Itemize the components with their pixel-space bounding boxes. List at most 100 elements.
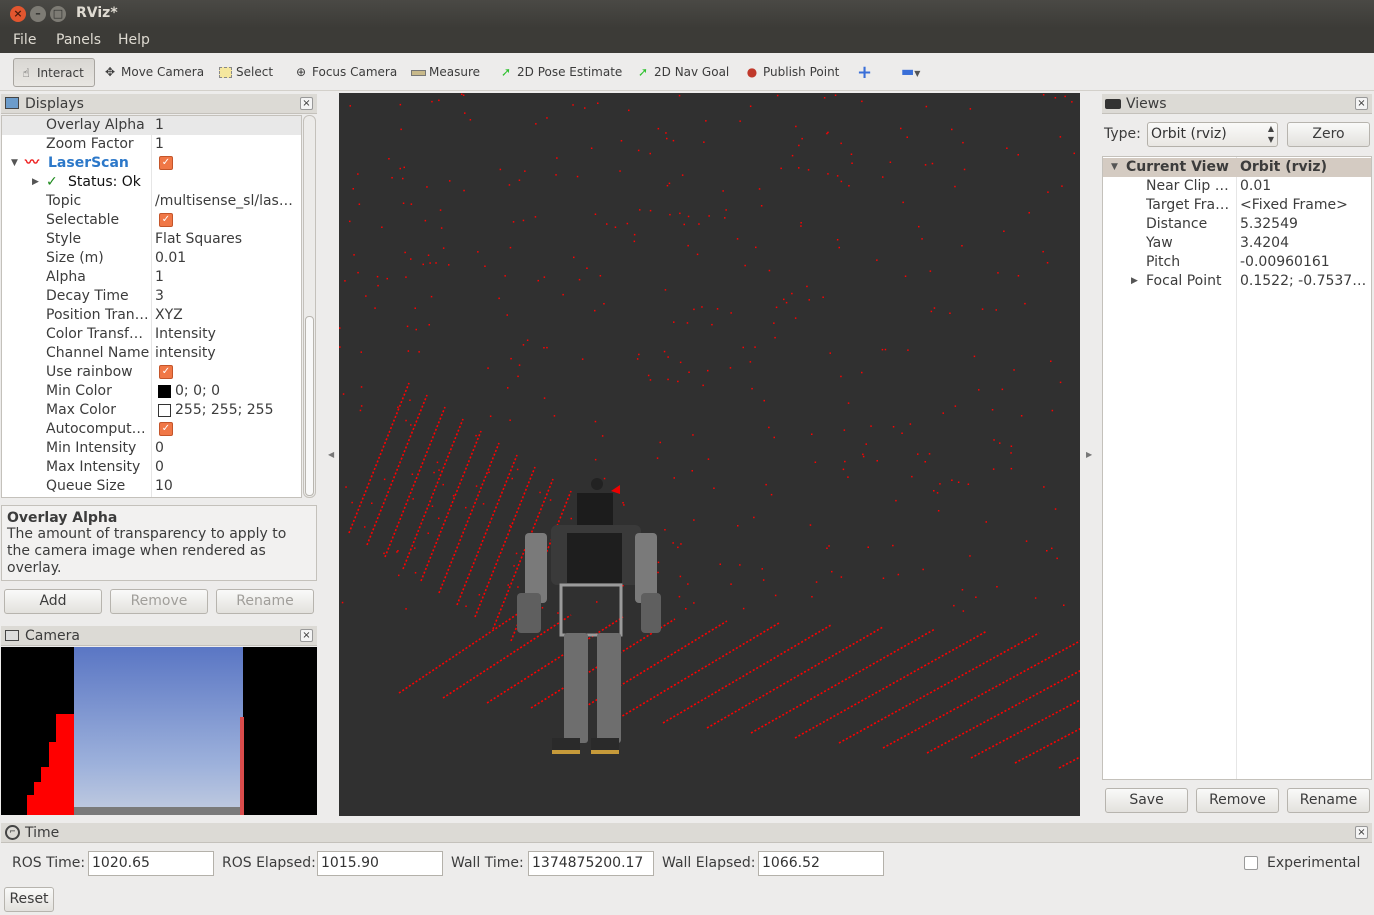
wall-elapsed-field[interactable]: 1066.52: [758, 851, 884, 876]
selectable-checkbox[interactable]: ✓: [159, 213, 173, 227]
experimental-checkbox[interactable]: [1244, 856, 1258, 870]
displays-tree[interactable]: Overlay Alpha 1 Zoom Factor 1 ▼ 〰 LaserSca…: [1, 115, 302, 498]
left-splitter-arrow-icon[interactable]: ◀: [328, 450, 334, 459]
scan-line: [456, 454, 518, 606]
pose-estimate-tool[interactable]: ➚ 2D Pose Estimate: [494, 58, 626, 87]
laser-point: [806, 285, 808, 288]
laser-point: [438, 517, 440, 520]
laser-point: [383, 478, 386, 481]
tree-row-queue-size[interactable]: Queue Size 10: [2, 477, 301, 496]
reset-button[interactable]: Reset: [4, 887, 54, 912]
displays-scrollbar[interactable]: [303, 115, 316, 498]
maximize-window-icon[interactable]: □: [50, 6, 66, 22]
tree-row-overlay-alpha[interactable]: Overlay Alpha 1: [2, 116, 301, 135]
tree-row-max-color[interactable]: Max Color 255; 255; 255: [2, 401, 301, 420]
view-row-near-clip[interactable]: Near Clip Distance 0.01: [1103, 177, 1371, 196]
tree-row-status[interactable]: ▶ ✓ Status: Ok: [2, 173, 301, 192]
interact-tool[interactable]: ☝ Interact: [13, 58, 95, 87]
row-value: 1: [155, 117, 164, 133]
focus-camera-tool[interactable]: ⊕ Focus Camera: [289, 58, 401, 87]
nav-goal-tool[interactable]: ➚ 2D Nav Goal: [631, 58, 733, 87]
views-tree[interactable]: ▼ Current View Orbit (rviz) Near Clip Di…: [1102, 156, 1372, 780]
wall-time-field[interactable]: 1374875200.17: [528, 851, 654, 876]
tree-row-min-color[interactable]: Min Color 0; 0; 0: [2, 382, 301, 401]
camera-red-step: [41, 767, 50, 815]
laser-point: [724, 217, 726, 219]
laser-point: [692, 434, 694, 436]
tree-row-channel-name[interactable]: Channel Name intensity: [2, 344, 301, 363]
3d-viewport[interactable]: [339, 93, 1080, 816]
autocompute-checkbox[interactable]: ✓: [159, 422, 173, 436]
remove-display-button[interactable]: Remove: [110, 589, 208, 614]
scrollbar-thumb[interactable]: [305, 316, 314, 496]
laser-point: [498, 297, 500, 300]
add-tool-plus-icon[interactable]: +: [853, 58, 876, 87]
view-type-select[interactable]: Orbit (rviz) ▲ ▼: [1147, 122, 1278, 147]
scan-line: [442, 614, 572, 699]
expand-arrow-icon[interactable]: ▶: [1131, 272, 1138, 291]
view-row-yaw[interactable]: Yaw 3.4204: [1103, 234, 1371, 253]
laser-point: [639, 209, 641, 211]
remove-view-button[interactable]: Remove: [1196, 788, 1279, 813]
collapse-arrow-icon[interactable]: ▼: [1111, 158, 1118, 177]
laser-point: [556, 157, 558, 159]
close-window-icon[interactable]: ×: [10, 6, 26, 22]
camera-view[interactable]: [1, 647, 317, 815]
laser-point: [1017, 275, 1020, 277]
laser-point: [399, 103, 402, 106]
view-row-focal-point[interactable]: ▶ Focal Point 0.1522; -0.75379; 0.5: [1103, 272, 1371, 291]
tree-row-autocompute[interactable]: Autocompute Intensity Bounds ✓: [2, 420, 301, 439]
view-row-distance[interactable]: Distance 5.32549: [1103, 215, 1371, 234]
right-splitter-arrow-icon[interactable]: ▶: [1086, 450, 1092, 459]
tree-row-topic[interactable]: Topic/multisense_sl/laser/scan: [2, 192, 301, 211]
measure-tool[interactable]: Measure: [406, 58, 484, 87]
close-icon[interactable]: ×: [300, 629, 313, 642]
tree-row-zoom-factor[interactable]: Zoom Factor 1: [2, 135, 301, 154]
zero-button[interactable]: Zero: [1287, 122, 1370, 147]
tree-row-position-transformer[interactable]: Position Transformer XYZ: [2, 306, 301, 325]
close-icon[interactable]: ×: [300, 97, 313, 110]
add-display-button[interactable]: Add: [4, 589, 102, 614]
tree-row-color-transformer[interactable]: Color Transformer Intensity: [2, 325, 301, 344]
row-key: Selectable: [46, 212, 120, 228]
close-icon[interactable]: ×: [1355, 97, 1368, 110]
view-row-target-frame[interactable]: Target Frame <Fixed Frame>: [1103, 196, 1371, 215]
laser-point: [349, 220, 351, 223]
laser-point: [349, 105, 351, 107]
move-camera-tool[interactable]: ✥ Move Camera: [98, 58, 208, 87]
collapse-arrow-icon[interactable]: ▼: [11, 154, 18, 173]
rename-view-button[interactable]: Rename: [1287, 788, 1370, 813]
use-rainbow-checkbox[interactable]: ✓: [159, 365, 173, 379]
menu-help[interactable]: Help: [118, 32, 150, 48]
tree-row-use-rainbow[interactable]: Use rainbow ✓: [2, 363, 301, 382]
view-row-pitch[interactable]: Pitch -0.00960161: [1103, 253, 1371, 272]
laser-point: [537, 279, 539, 282]
laser-point: [374, 307, 376, 309]
enabled-checkbox[interactable]: ✓: [159, 156, 173, 170]
tree-row-size[interactable]: Size (m) 0.01: [2, 249, 301, 268]
minimize-window-icon[interactable]: –: [30, 6, 46, 22]
color-swatch-white[interactable]: [158, 403, 171, 417]
menu-panels[interactable]: Panels: [56, 32, 101, 48]
tree-row-style[interactable]: Style Flat Squares: [2, 230, 301, 249]
window-title: RViz*: [76, 5, 118, 21]
remove-tool-minus-icon[interactable]: ▬▼: [897, 58, 924, 87]
close-icon[interactable]: ×: [1355, 826, 1368, 839]
select-tool[interactable]: Select: [213, 58, 277, 87]
ros-elapsed-field[interactable]: 1015.90: [317, 851, 443, 876]
color-swatch-black[interactable]: [158, 384, 171, 398]
ros-time-field[interactable]: 1020.65: [88, 851, 214, 876]
tree-row-max-intensity[interactable]: Max Intensity 0: [2, 458, 301, 477]
current-view-row[interactable]: ▼ Current View Orbit (rviz): [1103, 158, 1371, 177]
laser-point: [897, 573, 900, 576]
tree-row-alpha[interactable]: Alpha 1: [2, 268, 301, 287]
save-view-button[interactable]: Save: [1105, 788, 1188, 813]
tree-row-decay-time[interactable]: Decay Time 3: [2, 287, 301, 306]
expand-arrow-icon[interactable]: ▶: [32, 173, 39, 192]
tree-row-min-intensity[interactable]: Min Intensity 0: [2, 439, 301, 458]
rename-display-button[interactable]: Rename: [216, 589, 314, 614]
publish-point-tool[interactable]: ● Publish Point: [740, 58, 843, 87]
tree-row-laserscan[interactable]: ▼ 〰 LaserScan ✓: [2, 154, 301, 173]
tree-row-selectable[interactable]: Selectable ✓: [2, 211, 301, 230]
menu-file[interactable]: File: [13, 32, 36, 48]
